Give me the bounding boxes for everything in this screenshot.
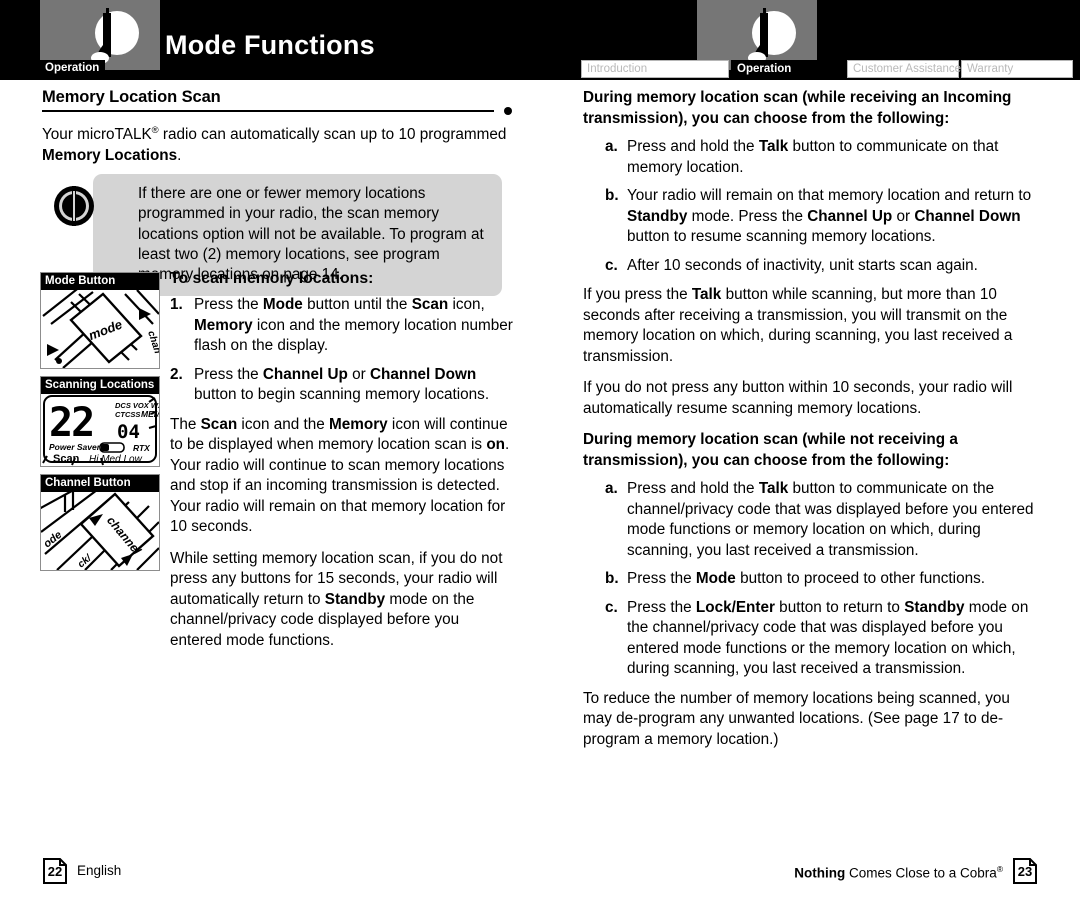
list-item: b. Your radio will remain on that memory…	[605, 186, 1035, 248]
right-page-chip: 23	[1012, 858, 1038, 884]
list-item: 1. Press the Mode button until the Scan …	[170, 295, 515, 357]
option-marker: c.	[605, 598, 618, 616]
option-marker: a.	[605, 480, 618, 497]
radio-mode-button-photo: mode chan	[41, 290, 159, 368]
heading-not-receiving: During memory location scan (while not r…	[583, 431, 958, 469]
list-item: a. Press and hold the Talk button to com…	[605, 479, 1035, 561]
heading-rule-line	[42, 110, 494, 112]
intro-text-b: radio can automatically scan up to 10 pr…	[158, 126, 507, 144]
option-text: Your radio will remain on that memory lo…	[627, 187, 1032, 245]
paragraph-scan-on: The Scan icon and the Memory icon will c…	[170, 415, 510, 536]
step-marker: 2.	[170, 365, 183, 383]
tab-operation[interactable]: Operation	[731, 60, 845, 78]
right-page-number: 23	[1017, 863, 1033, 879]
option-marker: a.	[605, 138, 618, 155]
info-circle-icon	[54, 186, 94, 227]
option-text: After 10 seconds of inactivity, unit sta…	[627, 256, 978, 274]
left-page-number: 22	[47, 863, 63, 879]
svg-text:RTX: RTX	[133, 443, 151, 453]
intro-text-a: Your microTALK	[42, 126, 152, 144]
svg-text:Power Saver: Power Saver	[49, 442, 101, 452]
receiving-options-list: a. Press and hold the Talk button to com…	[605, 137, 1035, 276]
not-receiving-options-list: a. Press and hold the Talk button to com…	[605, 479, 1035, 680]
registered-mark: ®	[996, 863, 1003, 874]
footer-left: 22 English	[42, 858, 121, 884]
list-item: 2. Press the Channel Up or Channel Down …	[170, 365, 515, 406]
page-title: Mode Functions	[165, 30, 375, 60]
option-text: Press the Lock/Enter button to return to…	[627, 598, 1029, 678]
tagline-rest: Comes Close to a Cobra	[845, 865, 997, 881]
option-text: Press and hold the Talk button to commun…	[627, 480, 1034, 559]
figure-mode-button: Mode Button mode chan	[40, 272, 160, 369]
paragraph-talk-while-scanning: If you press the Talk button while scann…	[583, 286, 1013, 365]
option-text: Press the Mode button to proceed to othe…	[627, 570, 985, 587]
radio-channel-button-photo: channel ode ck/	[41, 492, 159, 570]
footer-tagline: Nothing Comes Close to a Cobra®	[794, 861, 1003, 882]
option-marker: b.	[605, 570, 619, 587]
note-callout: If there are one or fewer memory locatio…	[42, 174, 502, 296]
left-page-chip: 22	[42, 858, 68, 884]
svg-text:CTCSS: CTCSS	[115, 410, 140, 419]
svg-text:04: 04	[117, 421, 140, 443]
figure-scanning-locations: Scanning Locations 22 DCS VOX WX CTCSS M…	[40, 376, 160, 467]
intro-text-c: .	[177, 146, 182, 164]
option-marker: b.	[605, 187, 619, 204]
tab-customer-assistance[interactable]: Customer Assistance	[847, 60, 961, 78]
list-item: c. Press the Lock/Enter button to return…	[605, 598, 1035, 680]
step-text: Press the Mode button until the Scan ico…	[194, 296, 513, 354]
tab-warranty[interactable]: Warranty	[961, 60, 1073, 78]
right-page-column: During memory location scan (while recei…	[583, 88, 1035, 761]
heading-during-receiving: During memory location scan (while recei…	[583, 89, 1012, 127]
left-page-column: Memory Location Scan Your microTALK® rad…	[42, 88, 512, 296]
option-text: Press and hold the Talk button to commun…	[627, 138, 999, 176]
paragraph-reduce-locations: To reduce the number of memory locations…	[583, 689, 1010, 748]
footer-right: Nothing Comes Close to a Cobra® 23	[794, 858, 1038, 884]
figure-stack: Mode Button mode chan Scanning Locations…	[40, 272, 160, 578]
svg-text:22: 22	[49, 400, 93, 446]
paragraph-auto-resume: If you do not press any button within 10…	[583, 379, 1013, 417]
figure-caption-scanning-locations: Scanning Locations	[41, 377, 159, 394]
section-tabs[interactable]: Introduction Operation Customer Assistan…	[581, 60, 1075, 78]
step-marker: 1.	[170, 296, 183, 313]
figure-caption-channel-button: Channel Button	[41, 475, 159, 492]
tagline-bold: Nothing	[794, 865, 846, 881]
intro-paragraph: Your microTALK® radio can automatically …	[42, 121, 512, 166]
lcd-scanning-locations-photo: 22 DCS VOX WX CTCSS MEM 04 Power Saver R…	[41, 394, 159, 466]
list-item: b. Press the Mode button to proceed to o…	[605, 569, 1035, 590]
footer-language-label: English	[77, 863, 122, 878]
scan-steps-list: 1. Press the Mode button until the Scan …	[170, 295, 515, 406]
figure-channel-button: Channel Button channel ode ck/	[40, 474, 160, 571]
list-item: a. Press and hold the Talk button to com…	[605, 137, 1035, 178]
heading-rule-dot	[504, 107, 512, 115]
option-marker: c.	[605, 256, 618, 274]
paragraph-timeout: While setting memory location scan, if y…	[170, 549, 503, 649]
registered-mark: ®	[151, 125, 159, 136]
tab-introduction[interactable]: Introduction	[581, 60, 729, 78]
list-item: c. After 10 seconds of inactivity, unit …	[605, 256, 1035, 277]
left-page-instructions: To scan memory locations: 1. Press the M…	[170, 270, 515, 662]
heading-rule	[42, 107, 512, 116]
operation-tag: Operation	[40, 60, 106, 77]
memory-locations-term: Memory Locations	[42, 146, 178, 164]
section-heading: Memory Location Scan	[42, 88, 221, 106]
svg-text:Hi Med Low: Hi Med Low	[89, 454, 143, 465]
step-text: Press the Channel Up or Channel Down but…	[194, 365, 490, 404]
figure-caption-mode-button: Mode Button	[41, 273, 159, 290]
sub-heading-scan-memory: To scan memory locations:	[170, 270, 374, 287]
